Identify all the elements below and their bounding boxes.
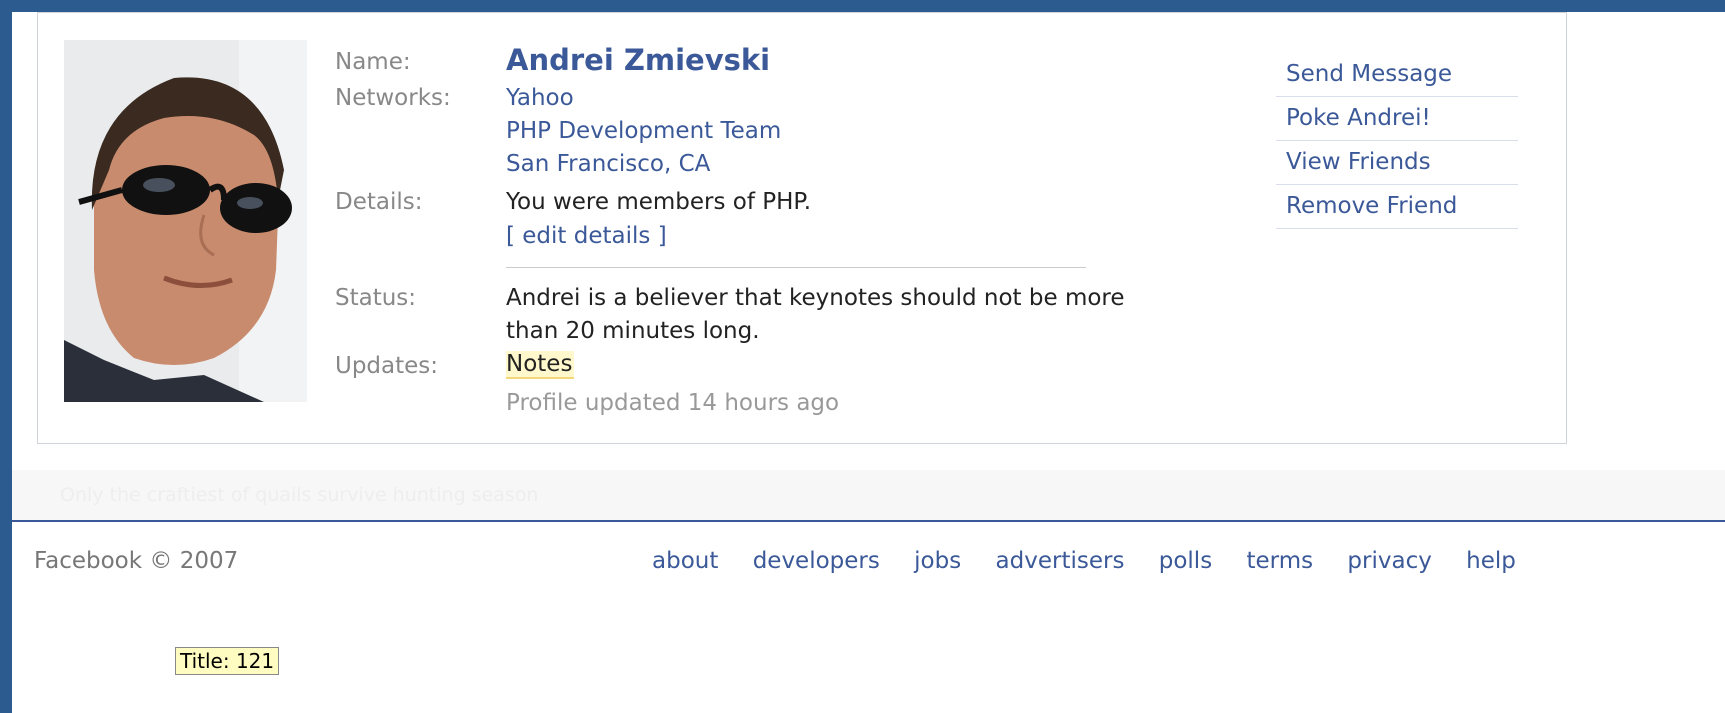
updates-label: Updates: xyxy=(335,353,439,379)
footer-link-developers[interactable]: developers xyxy=(753,548,880,574)
status-label: Status: xyxy=(335,285,417,311)
faint-tagline: Only the craftiest of quails survive hun… xyxy=(60,484,539,506)
network-link-sf[interactable]: San Francisco, CA xyxy=(506,151,710,177)
footer-link-help[interactable]: help xyxy=(1466,548,1516,574)
footer-divider xyxy=(12,520,1725,522)
top-frame-bar xyxy=(12,0,1725,12)
title-tooltip: Title: 121 xyxy=(175,647,280,675)
profile-name[interactable]: Andrei Zmievski xyxy=(506,43,770,77)
edit-details-link[interactable]: [ edit details ] xyxy=(506,223,667,249)
footer-link-privacy[interactable]: privacy xyxy=(1347,548,1431,574)
footer-link-jobs[interactable]: jobs xyxy=(914,548,961,574)
footer-link-about[interactable]: about xyxy=(652,548,718,574)
footer-link-advertisers[interactable]: advertisers xyxy=(996,548,1125,574)
poke-link[interactable]: Poke Andrei! xyxy=(1276,97,1518,141)
footer-links: about developers jobs advertisers polls … xyxy=(652,548,1543,574)
divider xyxy=(506,267,1086,268)
view-friends-link[interactable]: View Friends xyxy=(1276,141,1518,185)
footer-link-polls[interactable]: polls xyxy=(1159,548,1212,574)
profile-photo[interactable] xyxy=(64,40,307,402)
network-link-yahoo[interactable]: Yahoo xyxy=(506,85,574,111)
networks-label: Networks: xyxy=(335,85,451,111)
profile-actions: Send Message Poke Andrei! View Friends R… xyxy=(1276,53,1518,229)
details-text: You were members of PHP. xyxy=(506,189,812,215)
name-label: Name: xyxy=(335,49,411,75)
status-text-line1: Andrei is a believer that keynotes shoul… xyxy=(506,285,1125,311)
footer-strip: Only the craftiest of quails survive hun… xyxy=(12,470,1725,520)
page: Name: Andrei Zmievski Networks: Yahoo PH… xyxy=(12,0,1725,713)
footer-link-terms[interactable]: terms xyxy=(1247,548,1314,574)
updates-notes-link[interactable]: Notes xyxy=(506,351,575,379)
copyright-text: Facebook © 2007 xyxy=(34,548,239,574)
details-label: Details: xyxy=(335,189,423,215)
remove-friend-link[interactable]: Remove Friend xyxy=(1276,185,1518,229)
profile-box: Name: Andrei Zmievski Networks: Yahoo PH… xyxy=(37,12,1567,444)
network-link-php[interactable]: PHP Development Team xyxy=(506,118,781,144)
send-message-link[interactable]: Send Message xyxy=(1276,53,1518,97)
status-text-line2: than 20 minutes long. xyxy=(506,318,760,344)
profile-updated-text: Profile updated 14 hours ago xyxy=(506,390,840,416)
